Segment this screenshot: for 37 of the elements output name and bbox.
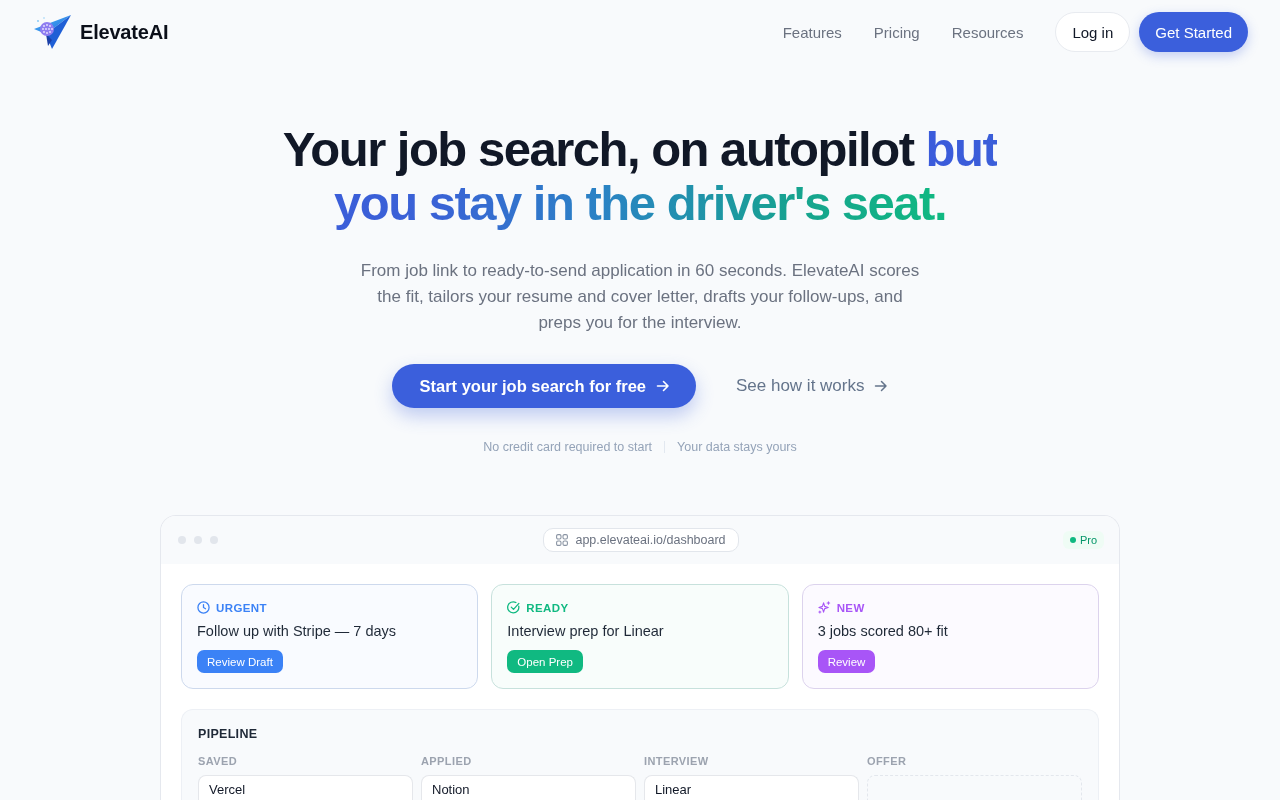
sparkle-icon	[817, 601, 831, 615]
task-tag: URGENT	[216, 601, 267, 614]
brand-name: ElevateAI	[80, 20, 169, 44]
task-tag: READY	[526, 601, 569, 614]
task-title: 3 jobs scored 80+ fit	[817, 622, 948, 641]
status-dot-icon	[1069, 537, 1076, 543]
job-card[interactable]: Notion	[421, 775, 636, 800]
job-card[interactable]: Vercel	[198, 775, 413, 800]
login-button[interactable]: Log in	[1055, 12, 1131, 52]
task-title: Follow up with Stripe — 7 days	[197, 622, 397, 641]
task-tag: NEW	[836, 601, 865, 614]
grid-icon	[556, 534, 569, 546]
job-card[interactable]: Linear	[644, 775, 859, 800]
nav-link[interactable]: Pricing	[873, 23, 920, 41]
get-started-button[interactable]: Get Started	[1139, 12, 1248, 52]
hero-subtitle: From job link to ready-to-send application in 60 seconds. ElevateAI scores the fit, tailors your resume and cover letter, drafts your follow-ups, and preps you for the interview.	[359, 260, 921, 334]
arrow-right-icon	[656, 379, 670, 393]
pipeline-title: PIPELINE	[198, 726, 259, 742]
column-heading: SAVED	[198, 754, 239, 768]
note-text: No credit card required to start	[483, 439, 653, 455]
clock-icon	[197, 601, 210, 615]
see-how-link[interactable]: See how it works	[736, 376, 889, 396]
nav-link[interactable]: Resources	[951, 23, 1024, 41]
note-text: Your data stays yours	[677, 439, 797, 455]
task-action-button[interactable]: Review	[817, 650, 876, 673]
paper-plane-icon	[32, 13, 72, 51]
check-circle-icon	[507, 601, 521, 615]
nav-link[interactable]: Features	[782, 23, 842, 41]
plan-label: Pro	[1079, 534, 1097, 546]
task-title: Interview prep for Linear	[507, 622, 664, 641]
arrow-right-icon	[874, 379, 889, 393]
task-action-button[interactable]: Review Draft	[197, 650, 283, 673]
address-bar[interactable]: app.elevateai.io/dashboard	[543, 528, 739, 552]
column-heading: OFFER	[867, 754, 908, 768]
column-heading: INTERVIEW	[644, 754, 710, 768]
primary-cta-button[interactable]: Start your job search for free	[391, 364, 696, 408]
column-heading: APPLIED	[421, 754, 473, 768]
